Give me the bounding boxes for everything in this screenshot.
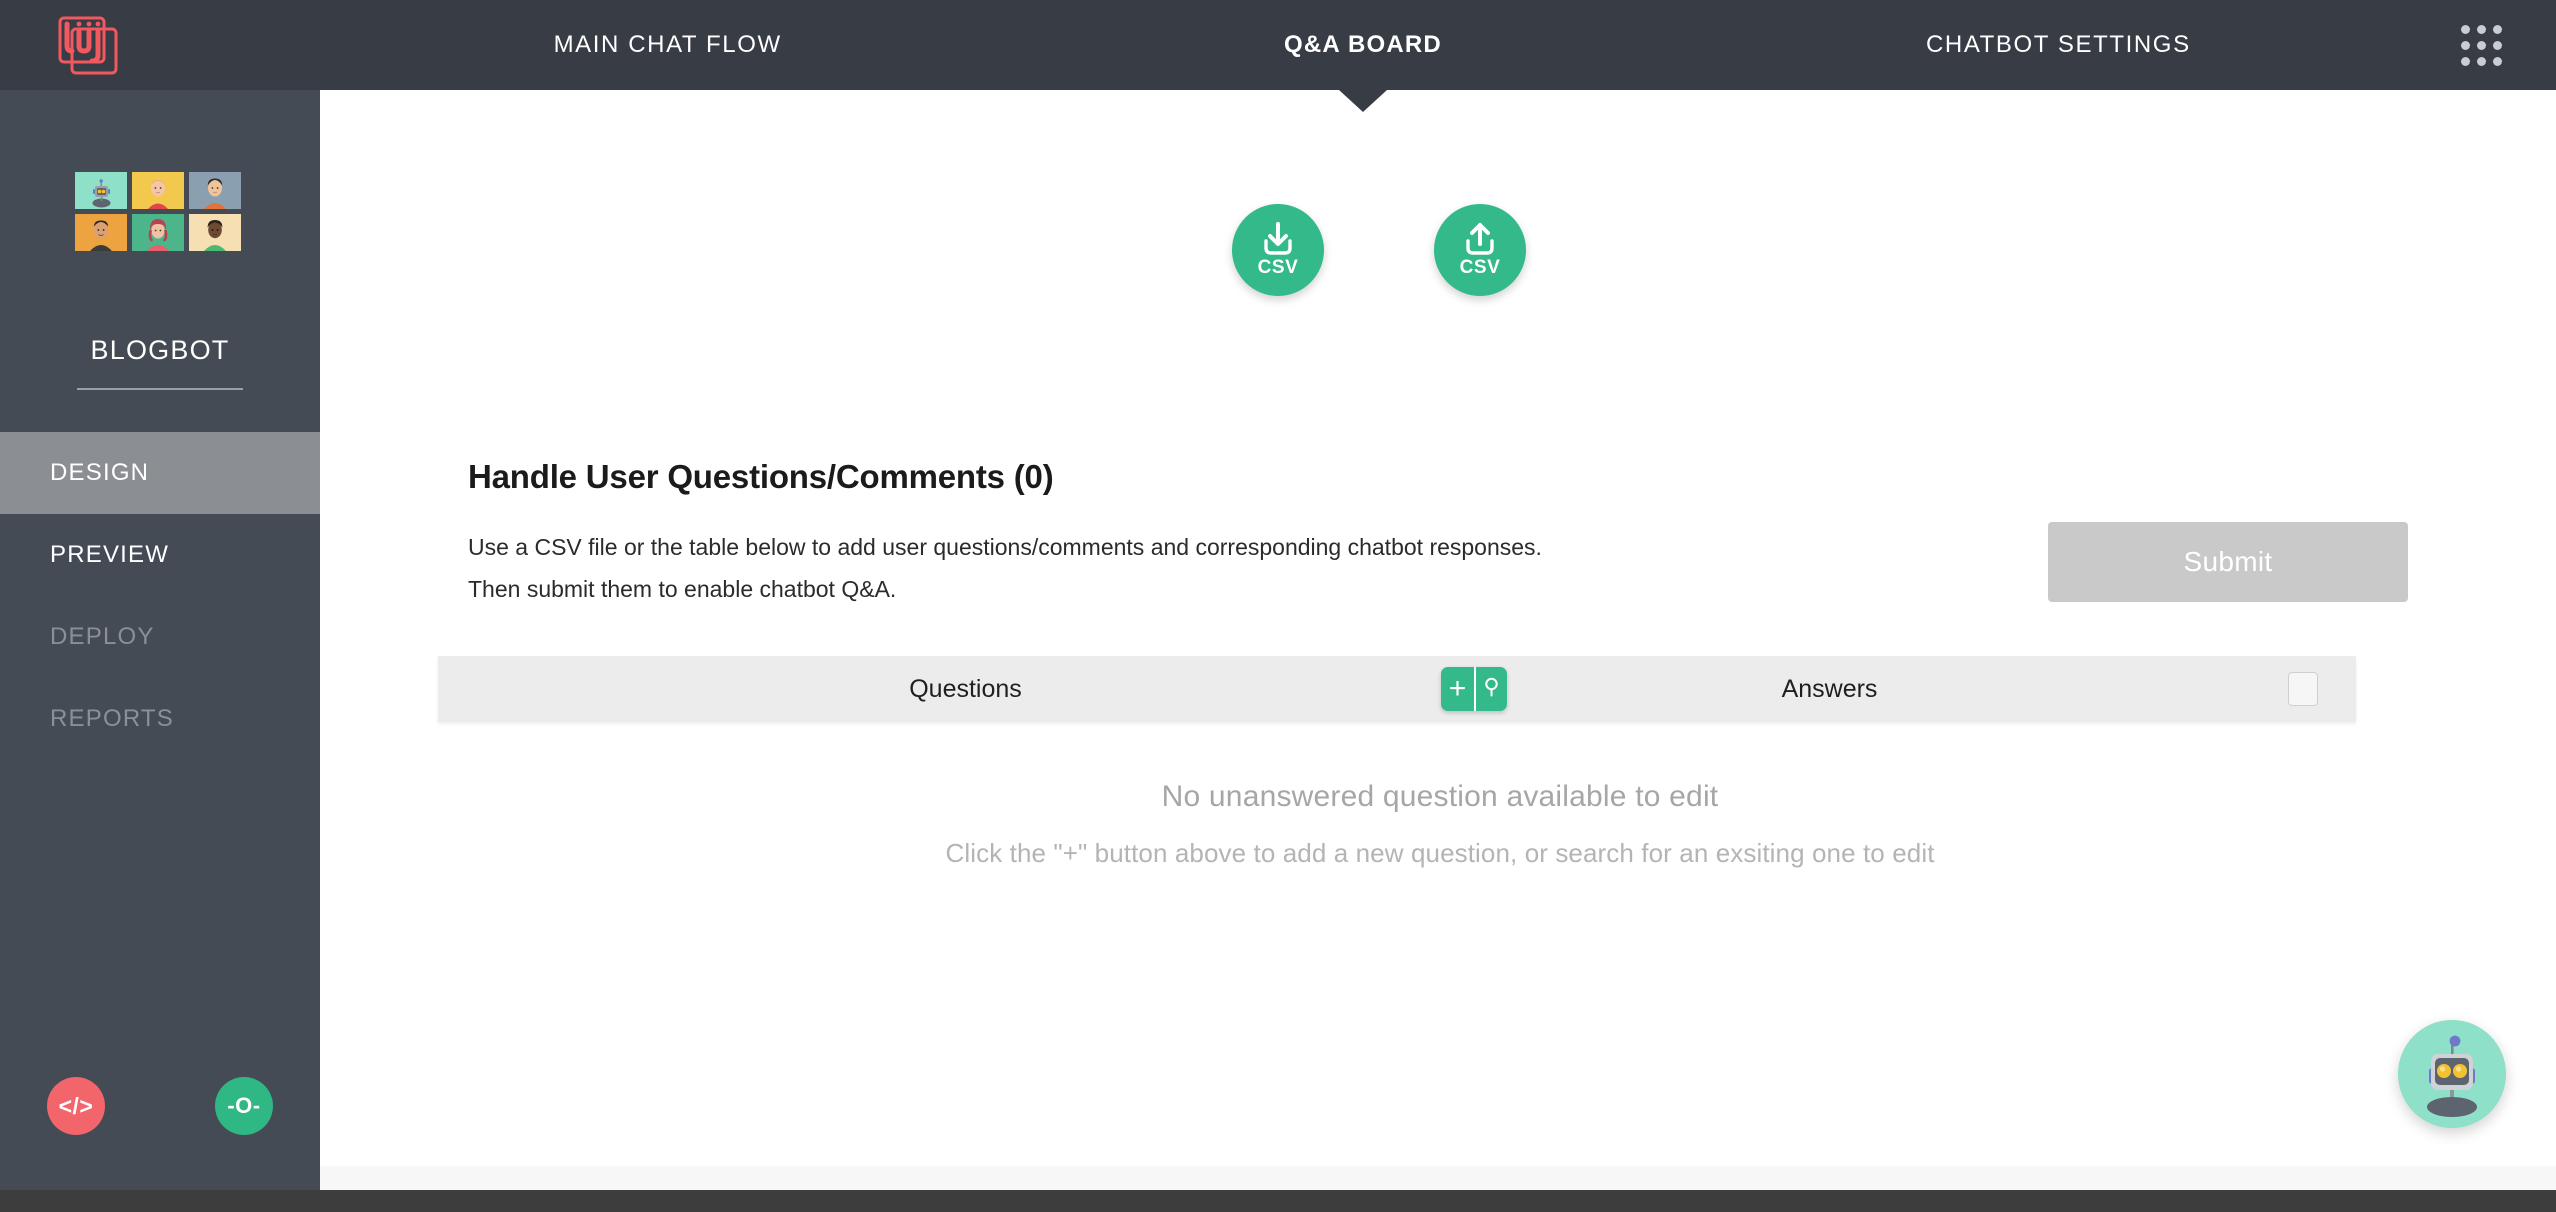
avatar-robot[interactable] (75, 172, 127, 209)
csv-buttons-row: CSV CSV (1232, 204, 1526, 296)
plus-icon: + (1448, 672, 1467, 705)
avatar-woman-green[interactable] (189, 214, 241, 251)
csv-label: CSV (1257, 256, 1299, 278)
sidebar-item-label: REPORTS (50, 705, 174, 732)
select-all-checkbox[interactable] (2288, 672, 2318, 706)
nav-items: MAIN CHAT FLOW Q&A BOARD CHATBOT SETTING… (320, 0, 2406, 112)
sidebar-divider (77, 388, 243, 390)
nav-item-label: CHATBOT SETTINGS (1925, 31, 2191, 58)
avatar-man-dark[interactable] (75, 214, 127, 251)
nav-item-qa-board[interactable]: Q&A BOARD (1015, 0, 1710, 112)
browser-bottom-chrome (0, 1190, 2556, 1212)
grid-dots (2460, 24, 2502, 66)
nav-item-label: Q&A BOARD (1284, 31, 1442, 58)
bot-name-title: BLOGBOT (90, 335, 230, 365)
logo-wrapper[interactable] (0, 0, 320, 90)
avatar-woman-red[interactable] (132, 172, 184, 209)
upload-icon (1460, 222, 1500, 255)
question-actions: + (1441, 667, 1507, 711)
top-navigation-bar: MAIN CHAT FLOW Q&A BOARD CHATBOT SETTING… (0, 0, 2556, 112)
sidebar-item-reports: REPORTS (0, 678, 320, 760)
qa-table: Questions + Answers (438, 656, 2356, 722)
sidebar: BLOGBOT DESIGN PREVIEW DEPLOY REPORTS </… (0, 90, 320, 1190)
sidebar-item-label: DEPLOY (50, 623, 155, 650)
csv-label: CSV (1459, 256, 1501, 278)
nav-item-chatbot-settings[interactable]: CHATBOT SETTINGS (1711, 0, 2406, 90)
panel-header: Handle User Questions/Comments (0) Use a… (468, 458, 2408, 610)
column-header-questions: Questions (909, 674, 1022, 703)
main-content: CSV CSV Handle User Questions/Comments (… (320, 90, 2556, 1190)
avatar-woman-curly[interactable] (132, 214, 184, 251)
add-question-button[interactable]: + (1441, 667, 1474, 711)
code-button-label: </> (58, 1092, 94, 1119)
sidebar-item-preview[interactable]: PREVIEW (0, 514, 320, 596)
sidebar-item-design[interactable]: DESIGN (0, 432, 320, 514)
code-button[interactable]: </> (47, 1077, 105, 1135)
sidebar-nav: DESIGN PREVIEW DEPLOY REPORTS (0, 432, 320, 760)
page-title: Handle User Questions/Comments (0) (468, 458, 1054, 495)
download-icon (1258, 221, 1298, 255)
panel-description: Use a CSV file or the table below to add… (468, 534, 1542, 602)
nav-item-label: MAIN CHAT FLOW (553, 31, 782, 58)
submit-button[interactable]: Submit (2048, 522, 2408, 602)
search-icon (1481, 674, 1502, 704)
avatar-grid (75, 172, 245, 251)
table-header-row: Questions + Answers (438, 656, 2356, 722)
search-question-button[interactable] (1474, 667, 1507, 711)
sidebar-item-label: PREVIEW (50, 541, 170, 568)
sidebar-item-label: DESIGN (50, 459, 150, 486)
nav-item-main-chat-flow[interactable]: MAIN CHAT FLOW (320, 0, 1015, 90)
bottom-white-strip (320, 1166, 2556, 1190)
node-button-label: -O- (227, 1093, 261, 1118)
chatbot-avatar-widget[interactable] (2398, 1020, 2506, 1128)
download-csv-button[interactable]: CSV (1232, 204, 1324, 296)
sidebar-action-buttons: </> -O- (0, 1077, 320, 1135)
active-tab-pointer-icon (1338, 90, 1387, 112)
node-button[interactable]: -O- (215, 1077, 273, 1135)
avatar-man-orange[interactable] (189, 172, 241, 209)
apps-grid-icon[interactable] (2406, 0, 2556, 90)
sidebar-item-deploy: DEPLOY (0, 596, 320, 678)
upload-csv-button[interactable]: CSV (1434, 204, 1526, 296)
empty-state: No unanswered question available to edit… (640, 780, 2240, 869)
column-header-answers: Answers (1781, 674, 1878, 703)
juji-logo-icon (58, 15, 118, 75)
empty-state-title: No unanswered question available to edit (1161, 780, 1719, 813)
empty-state-hint: Click the "+" button above to add a new … (945, 838, 1935, 868)
